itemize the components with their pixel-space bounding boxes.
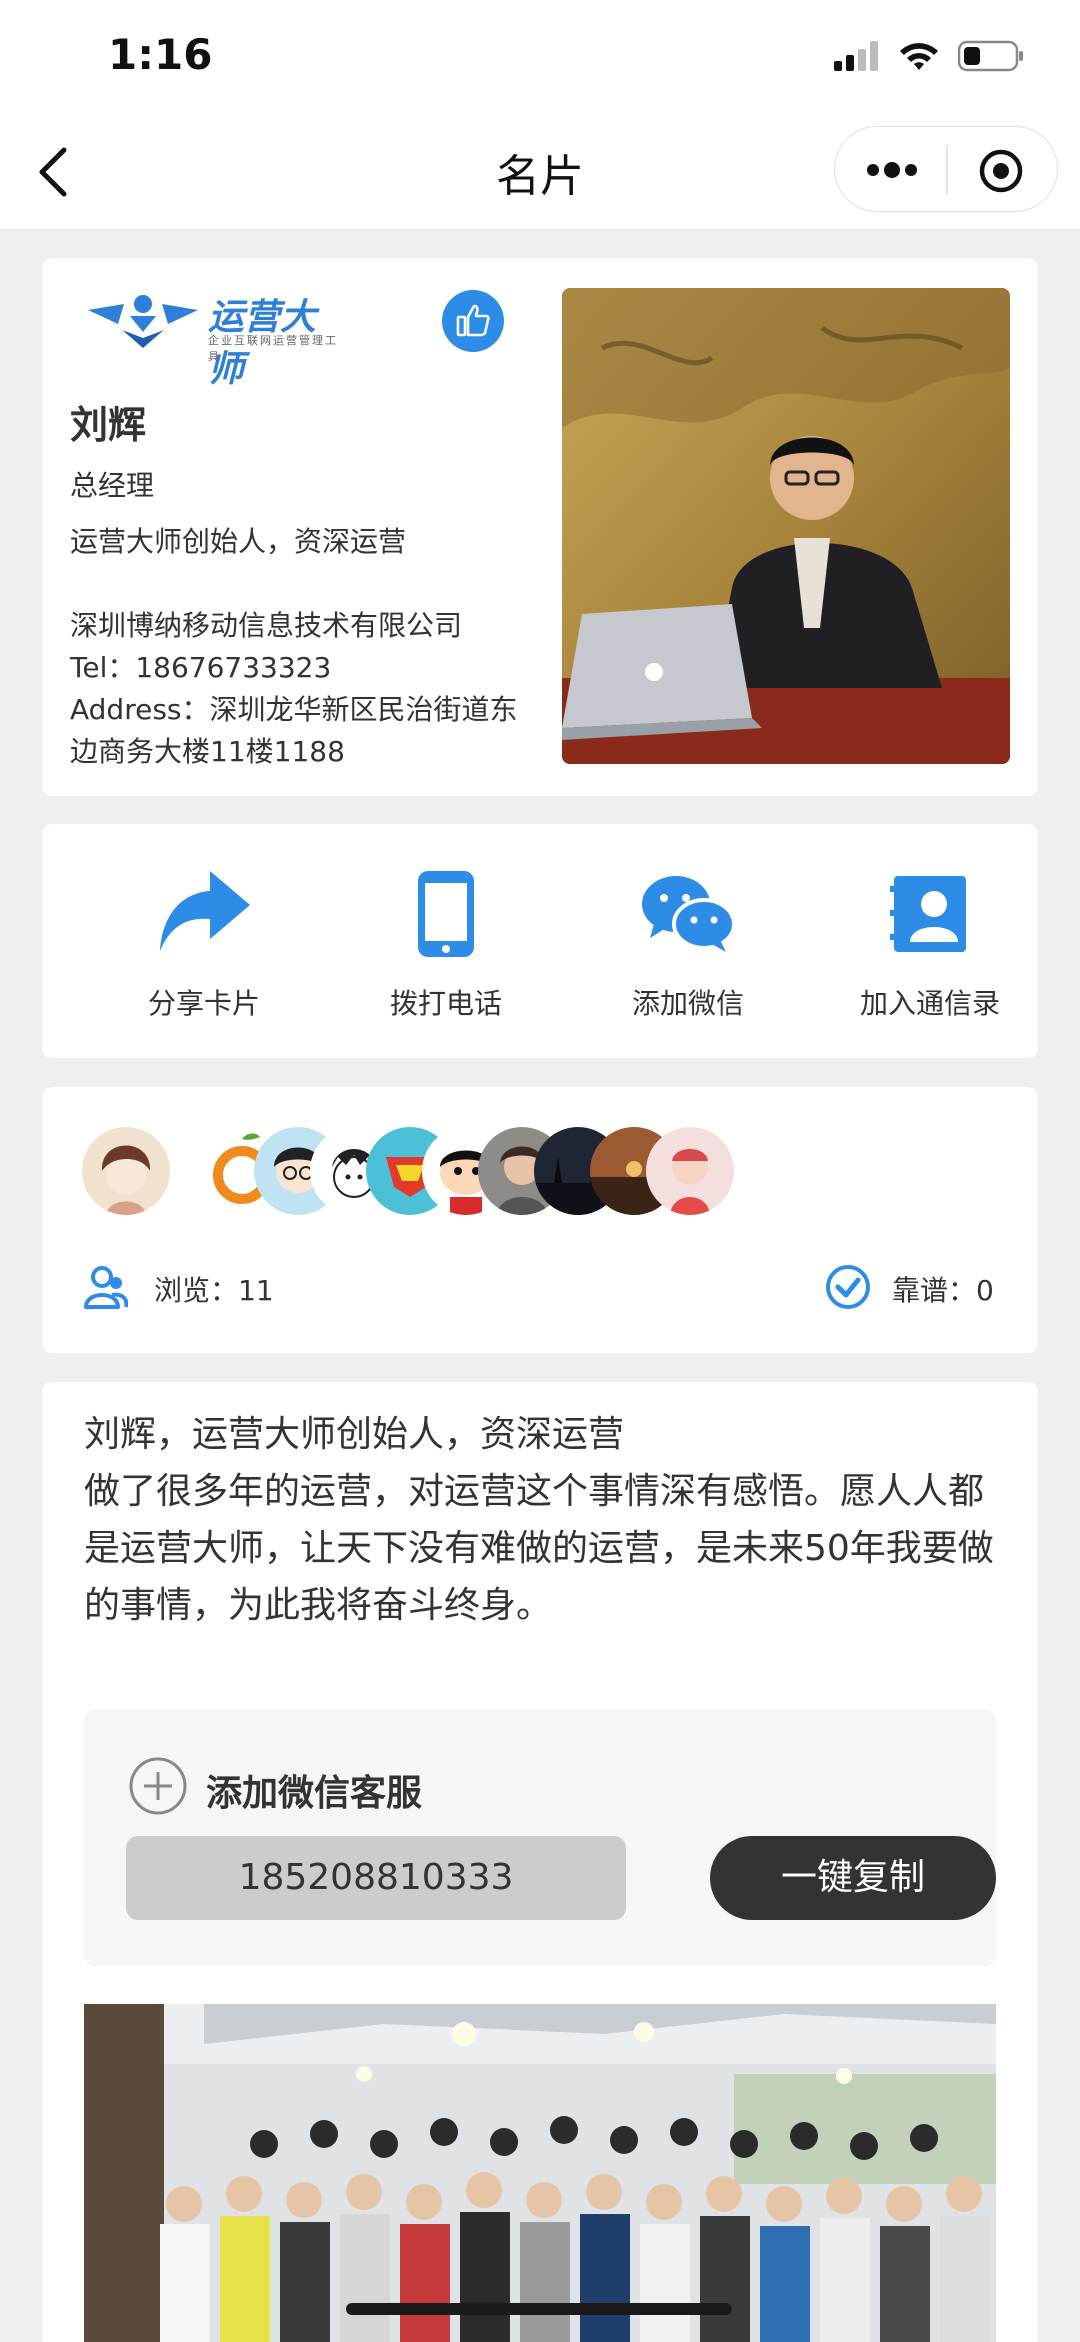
intro-line-2: 做了很多年的运营，对运营这个事情深有感悟。愿人人都是运营大师，让天下没有难做的运… [84,1471,994,1626]
action-label: 加入通信录 [859,987,1000,1020]
logo-mark-icon [88,295,198,348]
like-button[interactable] [442,290,504,352]
add-wechat-button[interactable]: 添加微信 [588,864,788,1022]
wifi-icon [900,43,938,70]
profile-photo [562,288,1010,764]
tagline: 运营大师创始人，资深运营 [70,525,407,558]
miniprogram-capsule [834,126,1058,212]
wechat-service-title: 添加微信客服 [206,1773,423,1814]
status-icons [834,40,1024,72]
contacts-icon [890,876,966,952]
action-label: 添加微信 [631,987,744,1020]
wechat-number-field: 185208810333 [126,1836,626,1920]
close-target-icon[interactable] [977,147,1025,195]
copy-button[interactable]: 一键复制 [710,1836,996,1920]
status-time: 1:16 [108,30,213,79]
address-line-2: 边商务大楼11楼1188 [70,735,345,768]
phone-icon [418,871,474,957]
company-name: 深圳博纳移动信息技术有限公司 [70,609,463,642]
address-line-1: Address：深圳龙华新区民治街道东 [70,693,518,726]
logo-subtitle: 企业互联网运营管理工具 [208,334,338,363]
views-count: 浏览：11 [154,1274,274,1307]
actions-card: 分享卡片 拨打电话 添加微信 加入通信录 [42,824,1038,1058]
phone-number: Tel：18676733323 [70,651,332,684]
job-title: 总经理 [70,469,155,502]
battery-icon [958,40,1023,72]
action-label: 分享卡片 [147,987,260,1020]
contact-name: 刘辉 [70,403,147,447]
signal-icon [834,41,878,71]
owner-avatar [82,1127,170,1215]
share-card-button[interactable]: 分享卡片 [104,864,304,1022]
status-bar: 1:16 [0,0,1080,112]
profile-card: 运营大师 企业互联网运营管理工具 刘辉 总经理 运营大师创始人，资深运营 深圳博… [42,258,1038,796]
more-icon[interactable] [865,155,919,185]
nav-bar: 名片 [0,112,1080,230]
call-phone-button[interactable]: 拨打电话 [346,864,546,1022]
intro-line-1: 刘辉，运营大师创始人，资深运营 [84,1414,625,1455]
intro-text: 刘辉，运营大师创始人，资深运营 做了很多年的运营，对运营这个事情深有感悟。愿人人… [84,1406,1014,1634]
company-logo: 运营大师 企业互联网运营管理工具 [84,288,344,390]
share-icon [160,871,250,951]
visitor-avatar [646,1127,734,1215]
thumbs-up-icon [456,304,490,337]
wechat-icon [642,876,736,952]
capsule-divider [946,145,948,195]
intro-card: 刘辉，运营大师创始人，资深运营 做了很多年的运营，对运营这个事情深有感悟。愿人人… [42,1382,1038,2342]
group-photo [84,2004,996,2342]
home-indicator [346,2303,732,2315]
visitors-icon [84,1266,128,1309]
wechat-service-box: 添加微信客服 185208810333 一键复制 [84,1710,996,1966]
action-label: 拨打电话 [389,987,502,1020]
reliable-count: 靠谱：0 [892,1274,994,1307]
visitors-card: 浏览：11 靠谱：0 [42,1087,1038,1353]
add-circle-icon [129,1757,187,1815]
check-circle-icon[interactable] [824,1263,872,1311]
add-contacts-button[interactable]: 加入通信录 [830,864,1030,1022]
